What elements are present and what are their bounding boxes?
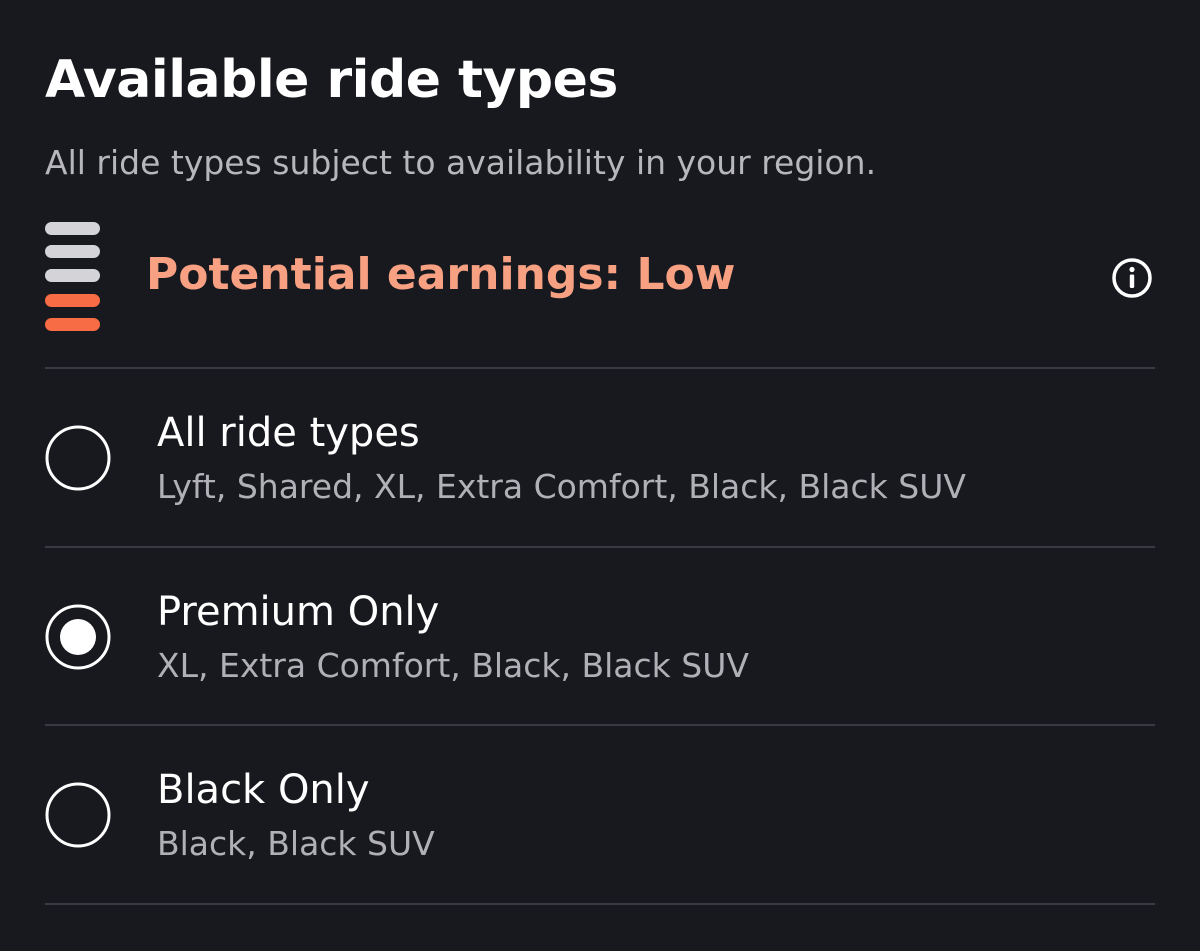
- potential-earnings-row: Potential earnings: Low: [45, 218, 1155, 336]
- info-icon[interactable]: [1111, 257, 1153, 299]
- option-title: Black Only: [157, 767, 370, 813]
- earnings-meter-segment: [45, 222, 100, 235]
- page-title: Available ride types: [45, 50, 618, 110]
- page-subtitle: All ride types subject to availability i…: [45, 143, 877, 182]
- radio-ring: [45, 425, 111, 491]
- option-title: All ride types: [157, 410, 420, 456]
- ride-option-black-only[interactable]: Black Only Black, Black SUV: [45, 726, 1155, 903]
- radio-button-selected[interactable]: [45, 604, 111, 670]
- radio-button[interactable]: [45, 782, 111, 848]
- ride-option-premium-only[interactable]: Premium Only XL, Extra Comfort, Black, B…: [45, 548, 1155, 725]
- option-description: XL, Extra Comfort, Black, Black SUV: [157, 646, 749, 685]
- earnings-meter-segment: [45, 245, 100, 258]
- option-title: Premium Only: [157, 589, 440, 635]
- radio-button[interactable]: [45, 425, 111, 491]
- earnings-meter-segment: [45, 318, 100, 331]
- ride-option-all-ride-types[interactable]: All ride types Lyft, Shared, XL, Extra C…: [45, 369, 1155, 546]
- earnings-meter-icon: [45, 218, 101, 336]
- earnings-meter-segment: [45, 269, 100, 282]
- divider: [45, 903, 1155, 905]
- radio-ring: [45, 782, 111, 848]
- option-description: Lyft, Shared, XL, Extra Comfort, Black, …: [157, 467, 966, 506]
- radio-selected-dot: [60, 619, 96, 655]
- potential-earnings-label: Potential earnings: Low: [146, 249, 736, 300]
- earnings-meter-segment: [45, 294, 100, 307]
- option-description: Black, Black SUV: [157, 824, 435, 863]
